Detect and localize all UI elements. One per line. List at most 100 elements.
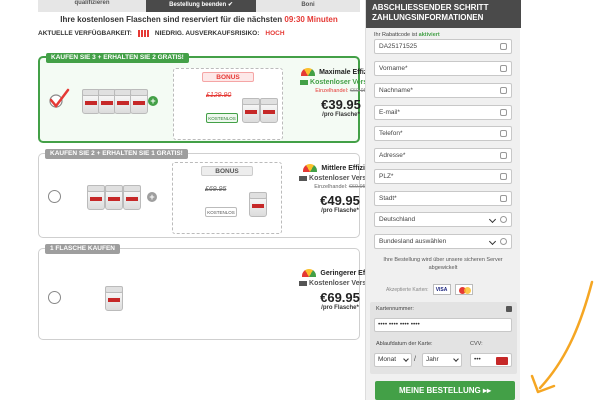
phone-field[interactable]: Telefon* [374, 126, 512, 141]
month-value: Monat [378, 356, 397, 363]
truck-icon [300, 79, 309, 85]
retail-price: €69.95 [348, 184, 366, 190]
bonus-bottle [249, 192, 267, 217]
truck-icon [299, 175, 308, 181]
payment-panel: ABSCHLIESSENDER SCHRITT ZAHLUNGSINFORMAT… [365, 0, 521, 400]
order-button[interactable]: MEINE BESTELLUNG ▸▸ [375, 381, 515, 400]
coupon-label-text: Ihr Rabattcode ist [374, 32, 418, 38]
product-bottles [81, 283, 151, 323]
card-number-label: Kartennummer: [376, 306, 414, 312]
bonus-old-price: £69.95 [205, 186, 227, 193]
offer-card-1-bottle[interactable]: 1 FLASCHE KAUFEN Geringerer Effekt Koste… [38, 244, 381, 340]
coupon-label: Ihr Rabattcode ist aktiviert [374, 32, 440, 38]
location-icon [500, 152, 507, 159]
address-field[interactable]: Adresse* [374, 148, 512, 163]
step-finish-label: Bestellung beenden [169, 2, 227, 8]
plus-icon: + [147, 192, 157, 202]
checkout-steps: qualifizieren Bestellung beenden ✔ Boni [38, 0, 360, 12]
checkmark-icon [49, 88, 70, 109]
bonus-box: BONUS £69.95 KOSTENLOS [172, 162, 282, 234]
offer-card-2-plus-1[interactable]: KAUFEN SIE 2 + ERHALTEN SIE 1 GRATIS! + … [38, 149, 381, 238]
gauge-icon [301, 68, 316, 76]
cvv-value: ••• [474, 356, 481, 363]
user-icon [500, 65, 507, 72]
expiry-month-select[interactable]: Monat [374, 353, 412, 367]
building-icon [500, 195, 507, 202]
mail-icon [500, 109, 507, 116]
cvv-label: CVV: [470, 341, 483, 347]
retail-label: Einzelhandel: [314, 184, 348, 190]
offer-tag: KAUFEN SIE 3 + ERHALTEN SIE 2 GRATIS! [46, 53, 189, 63]
country-select[interactable]: Deutschland [374, 212, 512, 227]
step-qualify: qualifizieren [74, 0, 110, 6]
reservation-text: Ihre kostenlosen Flaschen sind reservier… [60, 15, 283, 24]
bonus-label: BONUS [202, 72, 254, 82]
step-bonus: Boni [301, 2, 315, 8]
double-chevron-icon: ▸▸ [482, 386, 492, 395]
phone-placeholder: Telefon* [379, 130, 403, 137]
offer-card-3-plus-2[interactable]: KAUFEN SIE 3 + ERHALTEN SIE 2 GRATIS! + … [38, 53, 382, 143]
bonus-bottle [242, 98, 260, 123]
email-placeholder: E-mail* [379, 109, 400, 116]
state-select[interactable]: Bundesland auswählen [374, 234, 512, 249]
user-icon [500, 87, 507, 94]
offer-radio[interactable] [48, 190, 61, 203]
product-bottles [82, 86, 152, 126]
card-number-field[interactable]: •••• •••• •••• •••• [374, 318, 512, 332]
panel-title-line2: ZAHLUNGSINFORMATIONEN [372, 13, 484, 22]
tag-icon [500, 43, 507, 50]
reservation-notice: Ihre kostenlosen Flaschen sind reservier… [38, 15, 360, 24]
reservation-timer: 09:30 Minuten [284, 15, 338, 24]
card-number-value: •••• •••• •••• •••• [378, 321, 420, 328]
step-finish-order: Bestellung beenden ✔ [146, 0, 256, 12]
offer-tag: KAUFEN SIE 2 + ERHALTEN SIE 1 GRATIS! [45, 149, 188, 159]
zip-field[interactable]: PLZ* [374, 169, 512, 184]
gauge-icon [303, 164, 318, 172]
year-value: Jahr [426, 356, 439, 363]
availability-bar: AKTUELLE VERFÜGBARKEIT: NIEDRIG. AUSVERK… [38, 30, 360, 37]
expiry-separator: / [414, 356, 416, 363]
plus-icon: + [148, 96, 158, 106]
accepted-cards-label: Akzeptierte Karten: [386, 286, 429, 293]
city-placeholder: Stadt* [379, 195, 397, 202]
bonus-bottle [260, 98, 278, 123]
first-name-field[interactable]: Vorname* [374, 61, 512, 76]
chevron-down-icon [403, 356, 409, 362]
order-button-label: MEINE BESTELLUNG [398, 386, 481, 395]
risk-value: HOCH [265, 30, 285, 37]
globe-icon [500, 216, 507, 223]
chevron-down-icon [488, 215, 497, 224]
city-field[interactable]: Stadt* [374, 191, 512, 206]
chevron-down-icon [488, 237, 497, 246]
first-name-placeholder: Vorname* [379, 65, 408, 72]
stock-level-bars [137, 30, 149, 37]
card-icon [496, 357, 508, 365]
bonus-label: BONUS [201, 166, 253, 176]
truck-icon [299, 280, 308, 286]
expiry-year-select[interactable]: Jahr [422, 353, 462, 367]
accepted-cards: Akzeptierte Karten: VISA [386, 284, 473, 295]
dots-icon [500, 173, 507, 180]
map-icon [500, 238, 507, 245]
email-field[interactable]: E-mail* [374, 105, 512, 120]
lock-icon [506, 306, 512, 312]
phone-icon [500, 130, 507, 137]
check-icon: ✔ [227, 2, 233, 8]
availability-label: AKTUELLE VERFÜGBARKEIT: [38, 30, 132, 37]
address-placeholder: Adresse* [379, 152, 406, 159]
offer-tag: 1 FLASCHE KAUFEN [45, 244, 121, 254]
mastercard-icon [454, 284, 473, 295]
visa-icon: VISA [432, 284, 451, 295]
last-name-field[interactable]: Nachname* [374, 83, 512, 98]
last-name-placeholder: Nachname* [379, 87, 413, 94]
panel-title: ABSCHLIESSENDER SCHRITT ZAHLUNGSINFORMAT… [366, 0, 521, 28]
product-bottles [81, 182, 151, 222]
country-value: Deutschland [379, 216, 416, 223]
state-value: Bundesland auswählen [379, 238, 447, 245]
secure-notice: Ihre Bestellung wird über unsere sichere… [383, 257, 503, 271]
coupon-field[interactable]: DA25171525 [374, 39, 512, 54]
retail-label: Einzelhandel: [315, 88, 349, 94]
free-tag: KOSTENLOS [206, 113, 238, 123]
offer-radio[interactable] [48, 291, 61, 304]
free-tag: KOSTENLOS [205, 207, 237, 217]
